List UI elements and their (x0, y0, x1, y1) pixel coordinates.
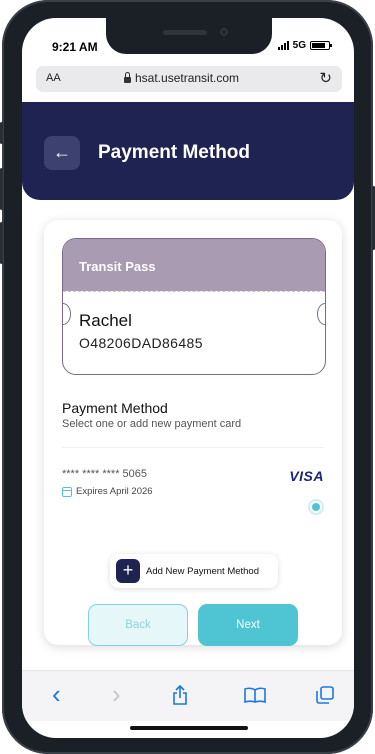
browser-forward-icon[interactable]: › (112, 679, 121, 710)
notch (106, 18, 272, 54)
card-expiry-label: Expires April 2026 (76, 486, 153, 497)
battery-icon (310, 41, 332, 50)
card-select-radio[interactable] (308, 499, 324, 515)
browser-back-icon[interactable]: ‹ (52, 679, 61, 710)
calendar-icon (62, 486, 72, 497)
add-payment-method-label: Add New Payment Method (146, 565, 260, 577)
page-title: Payment Method (98, 142, 251, 163)
card-expiry: Expires April 2026 (62, 486, 153, 497)
signal-icon (277, 41, 289, 50)
bookmarks-icon[interactable] (244, 687, 266, 708)
pass-title: Transit Pass (79, 259, 156, 274)
side-button-volume-down (0, 222, 3, 264)
url-text: hsat.usetransit.com (135, 71, 240, 85)
back-button[interactable]: Back (88, 604, 188, 646)
divider (62, 447, 324, 448)
home-indicator (130, 726, 248, 730)
pass-header-band: Transit Pass (63, 239, 325, 291)
page-header: ← Payment Method (22, 102, 354, 200)
pass-perforation (63, 291, 325, 292)
back-arrow-button[interactable]: ← (44, 136, 80, 170)
plus-icon: + (116, 559, 140, 583)
pass-notch-left (63, 303, 71, 325)
browser-toolbar: ‹ › (22, 670, 354, 721)
side-button-mute (0, 122, 3, 144)
lock-icon (124, 71, 131, 83)
reader-aa-button[interactable]: AA (46, 72, 61, 84)
pass-notch-right (317, 303, 325, 325)
transit-pass-card: Transit Pass Rachel O48206DAD86485 (62, 238, 326, 375)
reload-icon[interactable]: ↻ (319, 69, 332, 87)
payment-method-subtitle: Select one or add new payment card (62, 418, 242, 430)
speaker-grille (163, 30, 207, 35)
phone-screen: 9:21 AM 5G AA hsat.usetransit.com ↻ ← Pa… (22, 18, 354, 738)
visa-logo: VISA (289, 468, 324, 484)
status-indicators: 5G (277, 40, 332, 51)
card-number: **** **** **** 5065 (62, 468, 148, 480)
payment-method-heading: Payment Method (62, 400, 168, 416)
status-time: 9:21 AM (52, 40, 98, 54)
payment-panel: Transit Pass Rachel O48206DAD86485 Payme… (44, 220, 342, 646)
side-button-volume-up (0, 168, 3, 210)
pass-holder-name: Rachel (79, 311, 132, 330)
add-payment-method-button[interactable]: + Add New Payment Method (110, 554, 278, 588)
front-camera (220, 28, 228, 36)
url-display[interactable]: hsat.usetransit.com (124, 71, 239, 85)
network-label: 5G (292, 40, 306, 51)
address-bar[interactable]: AA hsat.usetransit.com ↻ (36, 66, 342, 92)
share-icon[interactable] (172, 684, 188, 710)
next-button[interactable]: Next (198, 604, 298, 646)
pass-id: O48206DAD86485 (79, 335, 203, 351)
tabs-icon[interactable] (316, 686, 334, 709)
